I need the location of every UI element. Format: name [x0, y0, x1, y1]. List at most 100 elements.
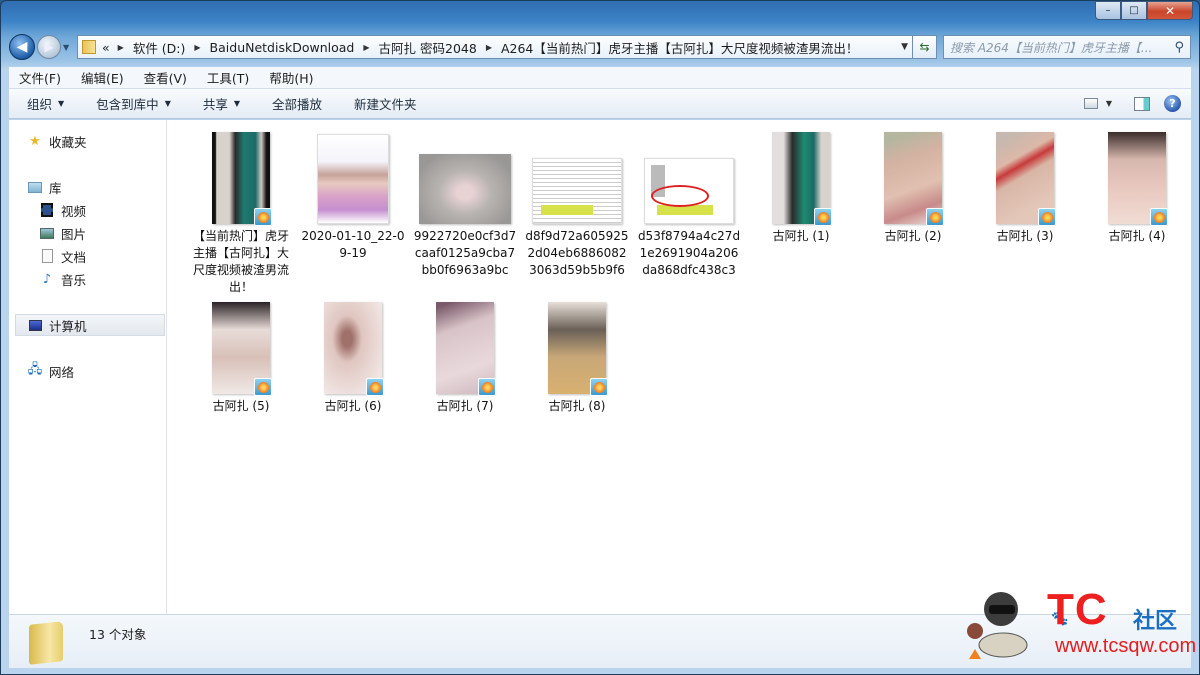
file-item[interactable]: 古阿扎 (2)	[857, 128, 969, 245]
file-name: d53f8794a4c27d1e2691904a206da868dfc438c3	[637, 229, 741, 277]
file-item[interactable]: 【当前热门】虎牙主播【古阿扎】大尺度视频被渣男流出！	[185, 128, 297, 296]
menu-file[interactable]: 文件(F)	[9, 68, 71, 87]
network-icon: 🖧	[27, 362, 43, 377]
navigation-row: ◀ ▶ ▼ « ▶ 软件 (D:) ▶ BaiduNetdiskDownload…	[9, 33, 1191, 61]
help-icon[interactable]: ?	[1164, 95, 1181, 112]
sidebar-item-label: 文档	[61, 249, 87, 265]
refresh-icon: ⇆	[919, 40, 930, 54]
maximize-button[interactable]: □	[1121, 1, 1147, 20]
file-name: 2020-01-10_22-09-19	[301, 229, 405, 260]
breadcrumb-separator-icon[interactable]: ▶	[486, 43, 492, 52]
search-icon[interactable]: ⚲	[1174, 40, 1184, 55]
play-badge-icon	[366, 378, 384, 396]
breadcrumb-drive[interactable]: 软件 (D:)	[133, 38, 186, 57]
menu-tools[interactable]: 工具(T)	[197, 68, 259, 87]
play-all-button[interactable]: 全部播放	[254, 94, 336, 113]
computer-icon	[27, 317, 43, 333]
chevron-down-icon: ▼	[233, 99, 241, 108]
file-item[interactable]: 古阿扎 (7)	[409, 298, 521, 415]
picture-icon	[39, 225, 55, 241]
new-folder-button[interactable]: 新建文件夹	[336, 94, 431, 113]
breadcrumb-separator-icon[interactable]: ▶	[194, 43, 200, 52]
folder-icon	[29, 621, 63, 665]
video-thumbnail	[884, 132, 944, 226]
sidebar-item-music[interactable]: ♪ 音乐	[39, 268, 86, 290]
document-icon	[39, 248, 55, 264]
watermark-url: www.tcsqw.com	[1055, 635, 1197, 657]
forward-arrow-icon: ▶	[44, 40, 54, 54]
play-badge-icon	[1150, 208, 1168, 226]
sidebar-item-label: 视频	[61, 203, 87, 219]
file-item[interactable]: 2020-01-10_22-09-19	[297, 128, 409, 262]
breadcrumb-overflow[interactable]: «	[102, 40, 110, 55]
refresh-button[interactable]: ⇆	[913, 35, 937, 59]
command-bar: 组织 ▼ 包含到库中 ▼ 共享 ▼ 全部播放 新建文件夹 ▼ ?	[9, 89, 1191, 119]
watermark: 🐾 TC 社区 www.tcsqw.com	[951, 581, 1197, 671]
include-in-library-button[interactable]: 包含到库中 ▼	[78, 94, 185, 113]
file-item[interactable]: 9922720e0cf3d7caaf0125a9cba7bb0f6963a9bc	[409, 128, 521, 279]
file-name: d8f9d72a6059252d04eb68860823063d59b5b9f6	[525, 229, 629, 277]
sidebar-item-videos[interactable]: 视频	[39, 199, 86, 221]
play-badge-icon	[478, 378, 496, 396]
file-item[interactable]: 古阿扎 (5)	[185, 298, 297, 415]
sidebar-item-label: 图片	[61, 226, 87, 242]
file-name: 【当前热门】虎牙主播【古阿扎】大尺度视频被渣男流出！	[192, 229, 289, 294]
file-list: 【当前热门】虎牙主播【古阿扎】大尺度视频被渣男流出！ 2020-01-10_22…	[167, 120, 1191, 614]
video-icon	[39, 202, 55, 218]
video-thumbnail	[1108, 132, 1168, 226]
image-thumbnail	[532, 158, 622, 224]
sidebar-item-label: 收藏夹	[49, 134, 87, 150]
video-thumbnail	[436, 302, 496, 396]
sidebar-item-documents[interactable]: 文档	[39, 245, 86, 267]
sidebar-item-network[interactable]: 🖧 网络	[27, 360, 74, 382]
folder-icon	[82, 40, 96, 54]
video-thumbnail	[324, 302, 384, 396]
play-badge-icon	[1038, 208, 1056, 226]
play-badge-icon	[814, 208, 832, 226]
organize-button[interactable]: 组织 ▼	[9, 94, 78, 113]
sidebar-item-libraries[interactable]: 库	[27, 176, 62, 198]
video-thumbnail	[212, 302, 272, 396]
library-icon	[27, 179, 43, 195]
file-item[interactable]: 古阿扎 (6)	[297, 298, 409, 415]
address-dropdown-icon[interactable]: ▼	[901, 42, 908, 52]
breadcrumb-baidu[interactable]: BaiduNetdiskDownload	[210, 40, 355, 55]
file-item[interactable]: 古阿扎 (3)	[969, 128, 1081, 245]
breadcrumb-parent-folder[interactable]: 古阿扎 密码2048	[379, 38, 477, 57]
video-thumbnail	[772, 132, 832, 226]
star-icon: ★	[29, 133, 41, 149]
file-item[interactable]: 古阿扎 (1)	[745, 128, 857, 245]
breadcrumb-current-folder[interactable]: A264【当前热门】虎牙主播【古阿扎】大尺度视频被渣男流出！	[501, 38, 858, 57]
file-name: 古阿扎 (3)	[996, 229, 1054, 243]
preview-pane-icon[interactable]	[1134, 96, 1150, 111]
file-item[interactable]: 古阿扎 (8)	[521, 298, 633, 415]
breadcrumb-separator-icon[interactable]: ▶	[118, 43, 124, 52]
image-thumbnail	[317, 134, 389, 224]
back-button[interactable]: ◀	[9, 34, 35, 60]
change-view-icon[interactable]	[1083, 98, 1098, 109]
file-item[interactable]: d8f9d72a6059252d04eb68860823063d59b5b9f6	[521, 128, 633, 279]
recent-pages-dropdown[interactable]: ▼	[63, 43, 73, 52]
search-input[interactable]: 搜索 A264【当前热门】虎牙主播【... ⚲	[943, 35, 1191, 59]
video-thumbnail	[212, 132, 272, 226]
breadcrumb-separator-icon[interactable]: ▶	[363, 43, 369, 52]
file-item[interactable]: 古阿扎 (4)	[1081, 128, 1193, 245]
menu-help[interactable]: 帮助(H)	[259, 68, 323, 87]
back-arrow-icon: ◀	[16, 39, 28, 55]
search-placeholder: 搜索 A264【当前热门】虎牙主播【...	[950, 40, 1153, 55]
close-button[interactable]: ✕	[1147, 1, 1193, 20]
sidebar-item-favorites[interactable]: ★ 收藏夹	[27, 130, 87, 152]
share-button[interactable]: 共享 ▼	[185, 94, 254, 113]
sidebar-item-pictures[interactable]: 图片	[39, 222, 86, 244]
menu-edit[interactable]: 编辑(E)	[71, 68, 134, 87]
share-label: 共享	[202, 97, 228, 112]
menu-view[interactable]: 查看(V)	[134, 68, 197, 87]
forward-button[interactable]: ▶	[37, 35, 61, 59]
file-name: 古阿扎 (2)	[884, 229, 942, 243]
view-options-dropdown-icon[interactable]: ▼	[1106, 99, 1112, 108]
music-note-icon: ♪	[42, 271, 52, 287]
file-item[interactable]: d53f8794a4c27d1e2691904a206da868dfc438c3	[633, 128, 745, 279]
address-bar[interactable]: « ▶ 软件 (D:) ▶ BaiduNetdiskDownload ▶ 古阿扎…	[77, 35, 913, 59]
minimize-button[interactable]: –	[1095, 1, 1121, 20]
sidebar-item-computer[interactable]: 计算机	[15, 314, 165, 336]
